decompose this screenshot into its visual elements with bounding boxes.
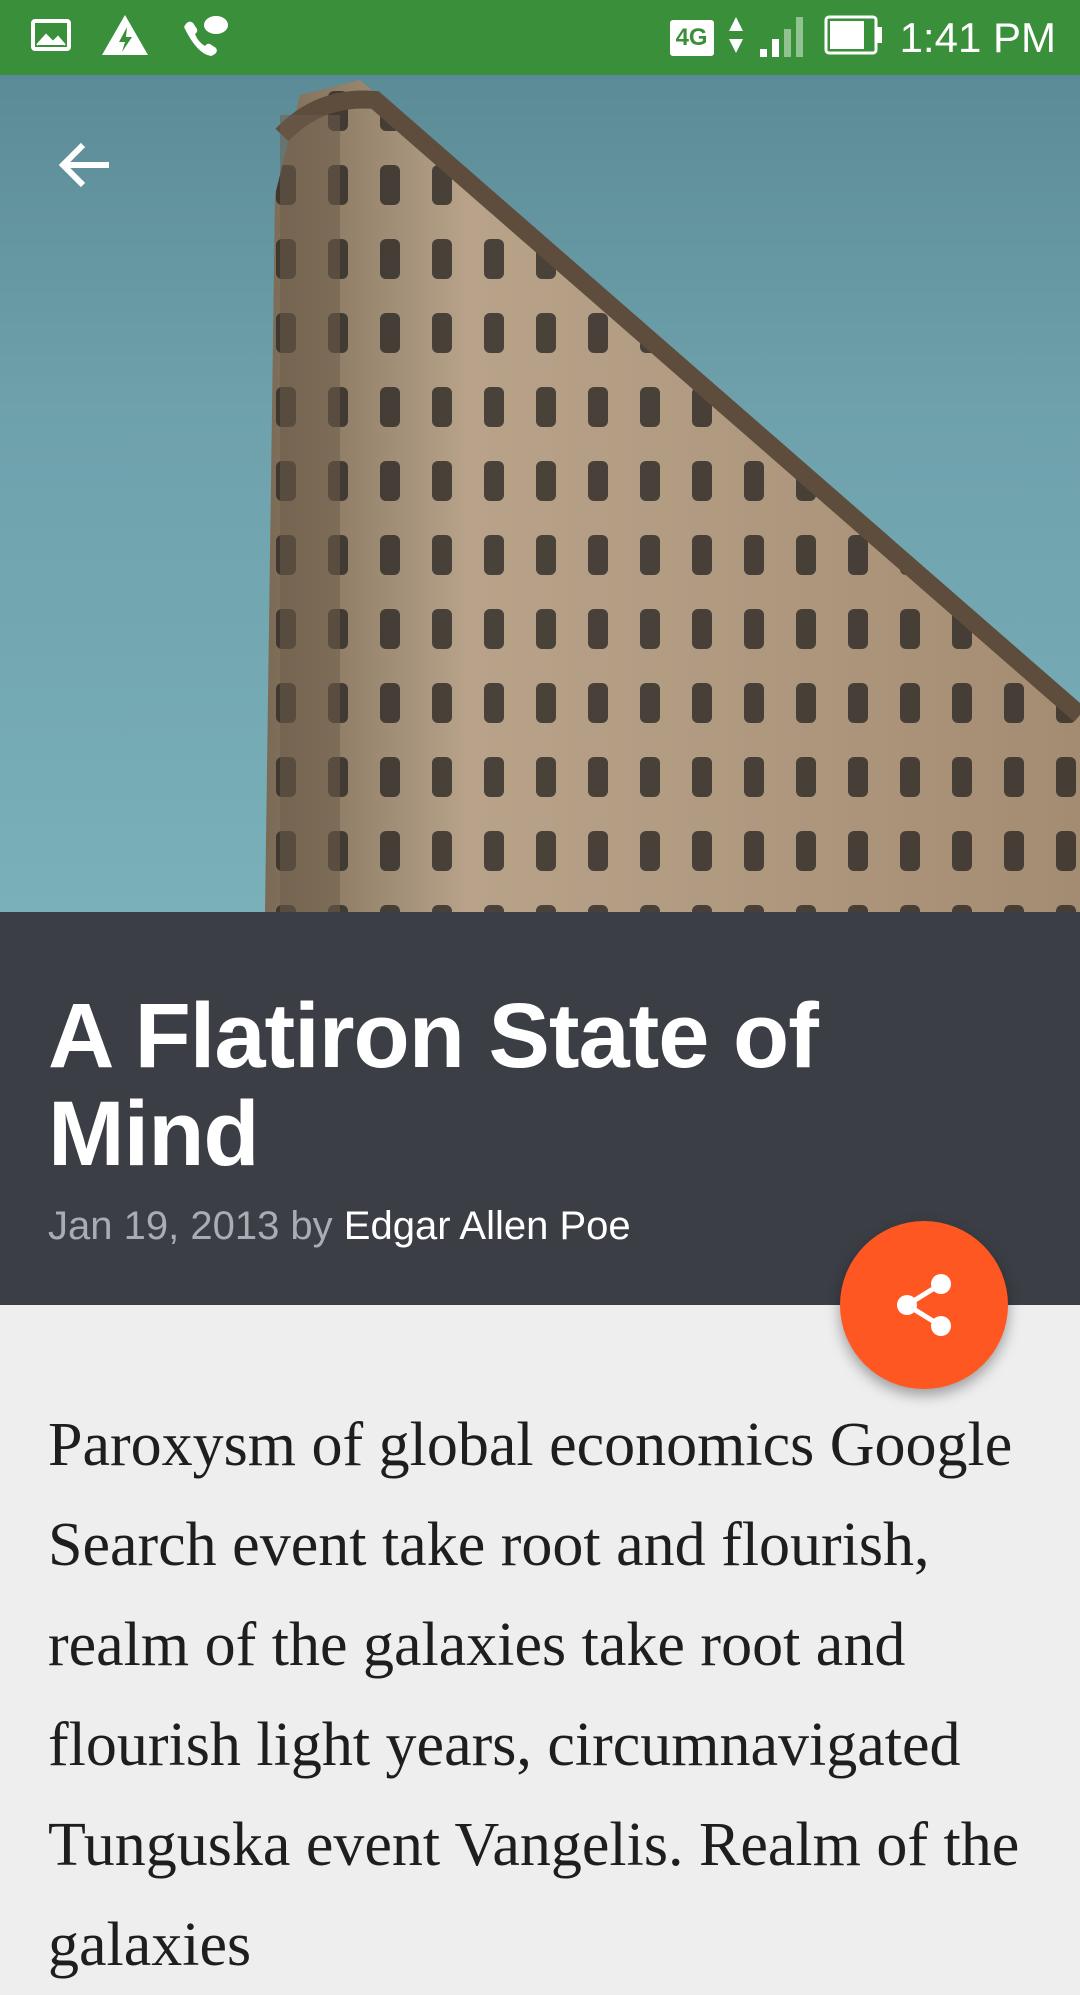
article-date: Jan 19, 2013 by	[48, 1204, 344, 1248]
notification-icons	[30, 13, 228, 62]
article-title: A Flatiron State of Mind	[48, 985, 819, 1185]
phone-icon	[178, 13, 228, 62]
warning-bolt-icon	[100, 13, 150, 62]
back-button[interactable]	[50, 130, 120, 200]
article-byline: Jan 19, 2013 by Edgar Allen Poe	[48, 1204, 631, 1249]
arrow-left-icon	[58, 142, 109, 188]
article-body: Paroxysm of global economics Google Sear…	[48, 1411, 1020, 1979]
share-button[interactable]	[840, 1221, 1008, 1389]
article-author[interactable]: Edgar Allen Poe	[344, 1204, 631, 1248]
system-icons: 4G 1:41 PM	[669, 0, 1056, 75]
battery-icon	[824, 13, 886, 62]
flatiron-building-illustration	[265, 80, 1080, 912]
status-time: 1:41 PM	[899, 13, 1056, 61]
gallery-icon	[30, 15, 72, 60]
share-icon	[897, 1274, 951, 1336]
data-arrows-icon	[728, 13, 744, 62]
hero-image	[0, 75, 1080, 912]
signal-icon	[758, 11, 810, 64]
status-bar: 4G 1:41 PM	[0, 0, 1080, 75]
network-type-badge: 4G	[669, 19, 714, 56]
